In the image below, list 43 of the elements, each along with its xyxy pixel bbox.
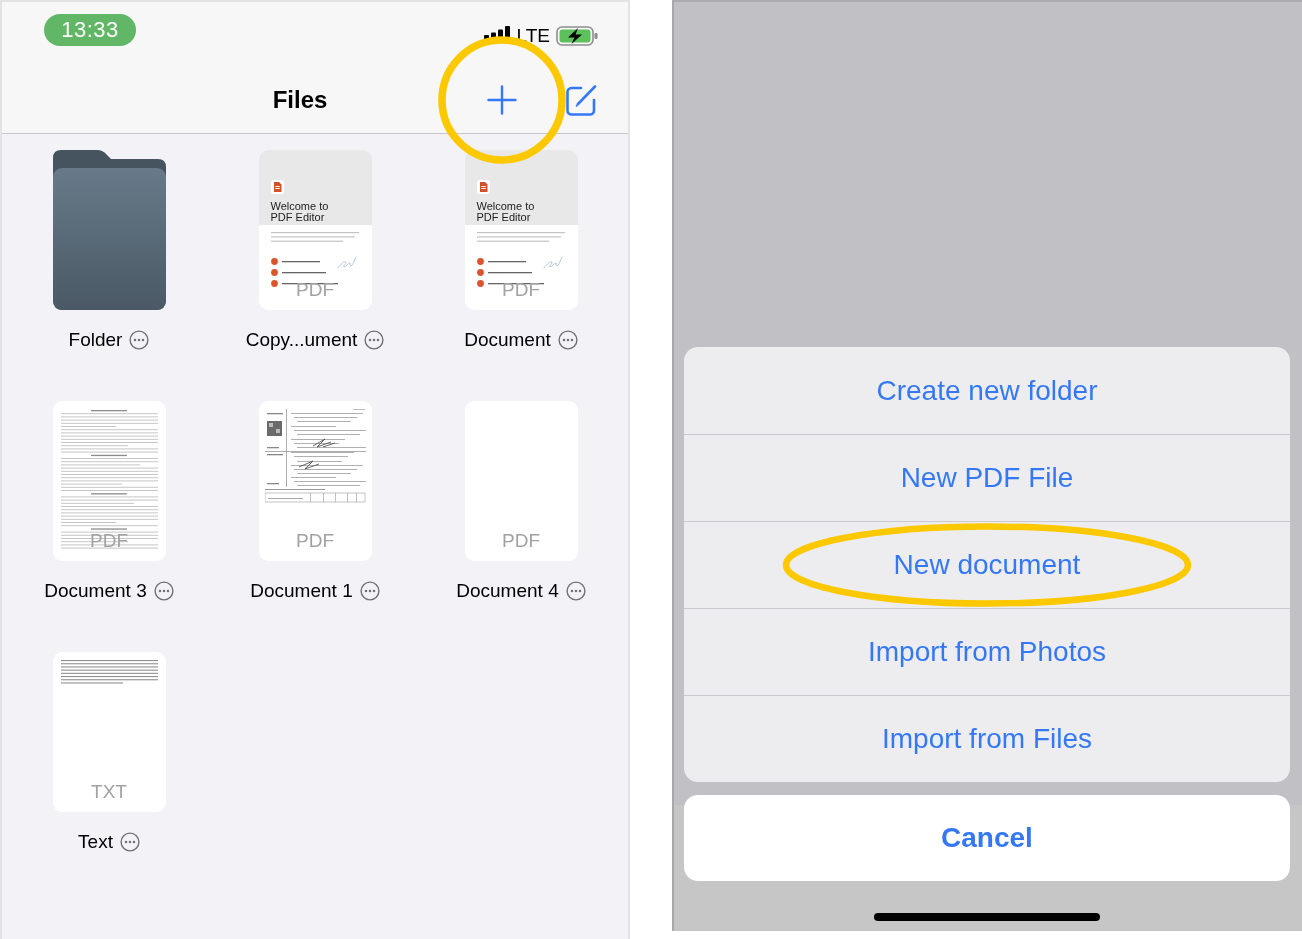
file-thumbnail[interactable]: TXT — [52, 652, 166, 812]
more-icon[interactable] — [153, 581, 174, 601]
battery-icon — [556, 26, 598, 46]
pdf-file-icon — [270, 180, 284, 194]
more-icon[interactable] — [565, 581, 586, 601]
file-type-label: PDF — [296, 530, 334, 552]
cancel-button[interactable]: Cancel — [684, 795, 1290, 881]
file-name: Document — [464, 329, 551, 351]
file-thumbnail[interactable]: Welcome to PDF Editor PDF — [464, 150, 578, 310]
action-item[interactable]: Import from Photos — [684, 608, 1290, 695]
screen-title: Files — [272, 85, 328, 114]
more-icon[interactable] — [364, 330, 385, 350]
file-type-label: TXT — [91, 781, 127, 803]
folder-icon[interactable] — [52, 150, 166, 310]
action-item[interactable]: New PDF File — [684, 434, 1290, 521]
more-icon[interactable] — [359, 581, 380, 601]
status-time: 13:33 — [44, 14, 136, 46]
file-type-label: PDF — [502, 530, 540, 552]
action-item[interactable]: Import from Files — [684, 695, 1290, 782]
file-type-label: PDF — [296, 279, 334, 301]
pdf-file-icon — [476, 180, 490, 194]
compose-icon[interactable] — [564, 82, 598, 117]
plus-icon[interactable] — [487, 84, 517, 115]
file-name: Document 1 — [250, 580, 353, 602]
file-name: Folder — [68, 329, 123, 351]
file-type-label: PDF — [90, 530, 128, 552]
more-icon[interactable] — [129, 330, 150, 350]
preview-title: Welcome to PDF Editor — [270, 201, 330, 222]
preview-title: Welcome to PDF Editor — [476, 201, 536, 222]
file-thumbnail[interactable]: Welcome to PDF Editor PDF — [258, 150, 372, 310]
file-thumbnail[interactable]: PDF — [258, 401, 372, 561]
file-name: Document 3 — [44, 580, 147, 602]
more-icon[interactable] — [119, 832, 140, 852]
file-name: Document 4 — [456, 580, 559, 602]
signal-icon — [483, 26, 511, 40]
action-item[interactable]: Create new folder — [684, 347, 1290, 434]
file-name: Text — [78, 831, 113, 853]
file-type-label: PDF — [502, 279, 540, 301]
more-icon[interactable] — [557, 330, 578, 350]
file-thumbnail[interactable]: PDF — [464, 401, 578, 561]
action-item[interactable]: New document — [684, 521, 1290, 608]
file-name: Copy...ument — [245, 329, 358, 351]
file-thumbnail[interactable]: PDF — [52, 401, 166, 561]
